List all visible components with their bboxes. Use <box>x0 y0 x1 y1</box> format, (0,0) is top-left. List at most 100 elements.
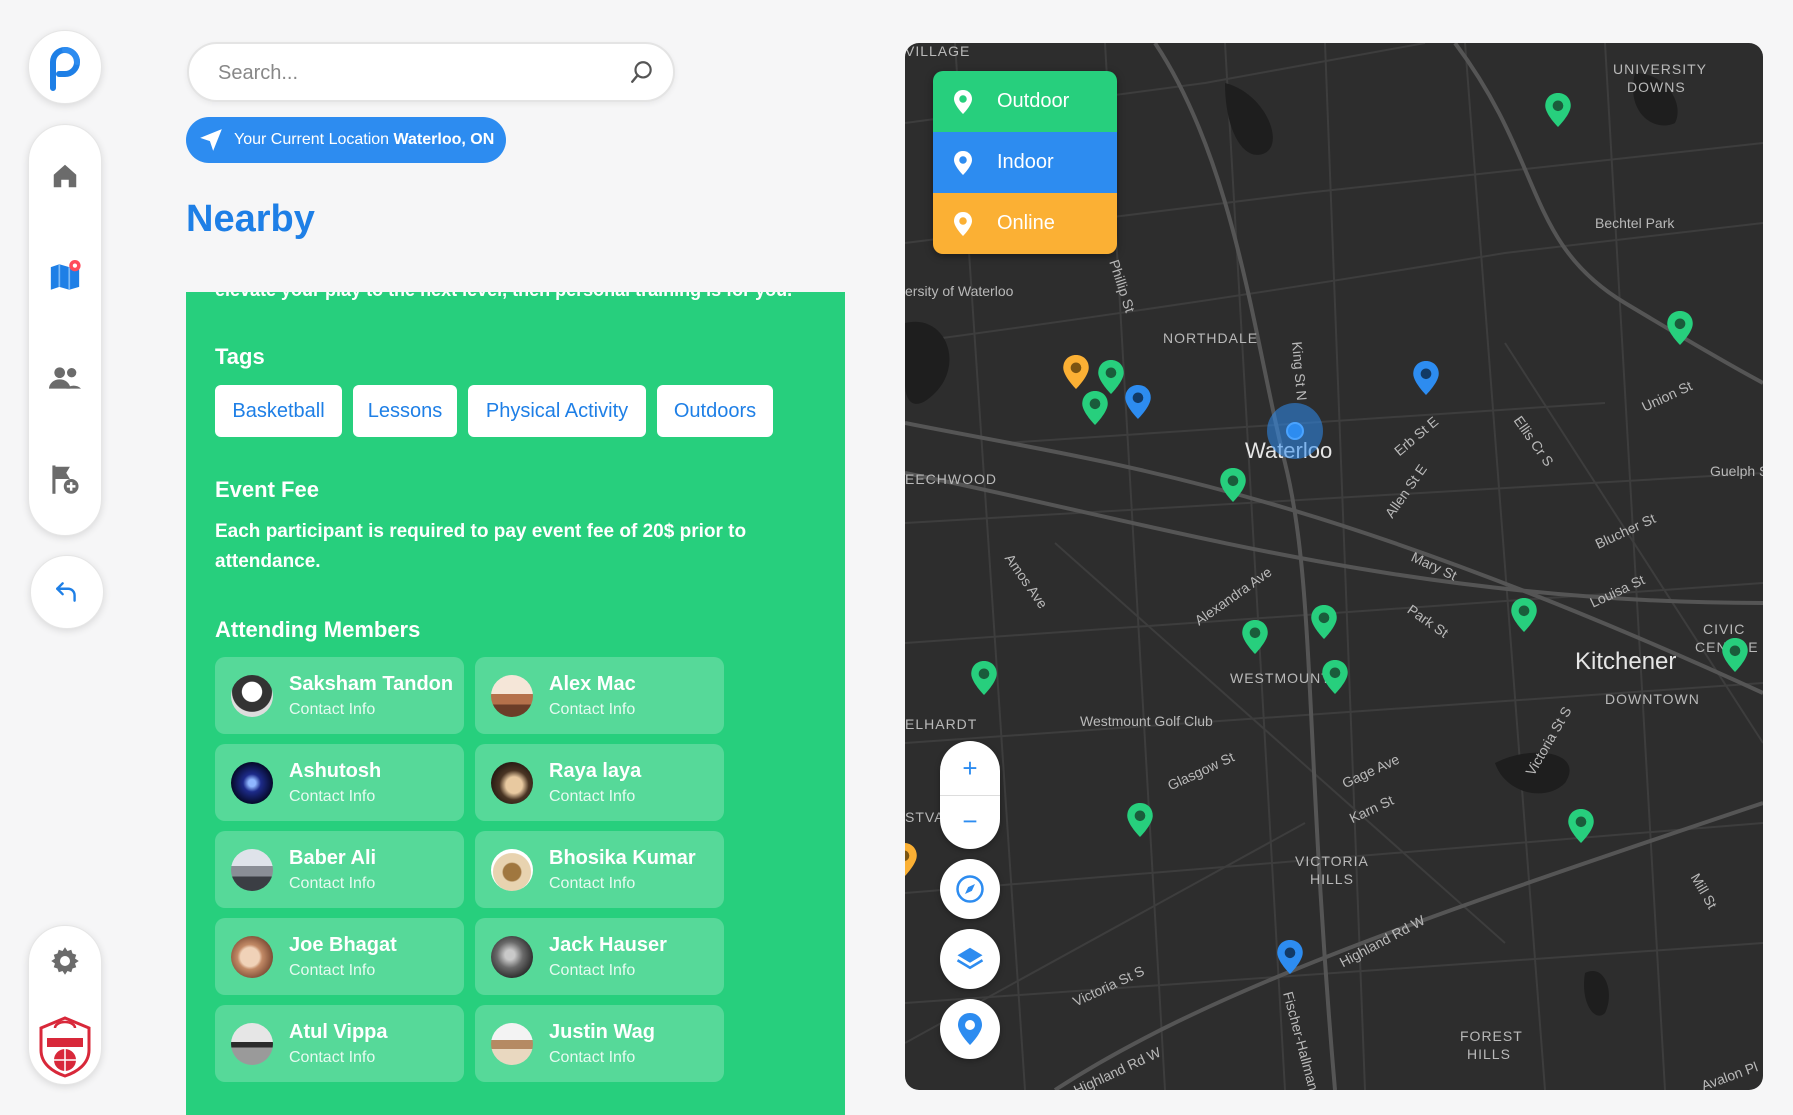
search-bar <box>187 42 675 102</box>
member-contact-link[interactable]: Contact Info <box>549 875 635 893</box>
avatar <box>491 936 533 978</box>
location-pin-icon <box>954 150 972 175</box>
home-icon[interactable] <box>48 159 82 193</box>
event-marker-outdoor[interactable] <box>1722 638 1748 677</box>
member-card[interactable]: Justin Wag Contact Info <box>475 1005 724 1082</box>
event-fee-heading: Event Fee <box>215 477 319 502</box>
member-contact-link[interactable]: Contact Info <box>289 1049 375 1067</box>
tag-outdoors[interactable]: Outdoors <box>657 385 773 437</box>
current-location-marker[interactable] <box>1267 403 1323 459</box>
map-legend: Outdoor Indoor Online <box>933 71 1117 254</box>
locate-button[interactable] <box>940 999 1000 1059</box>
zoom-out-button[interactable]: − <box>940 796 1000 848</box>
event-marker-outdoor[interactable] <box>1242 620 1268 659</box>
location-prefix: Your Current Location <box>234 131 394 148</box>
member-contact-link[interactable]: Contact Info <box>289 962 375 980</box>
map-label: Guelph S <box>1710 463 1763 479</box>
event-marker-outdoor[interactable] <box>1511 598 1537 637</box>
member-card[interactable]: Saksham Tandon Contact Info <box>215 657 464 734</box>
member-contact-link[interactable]: Contact Info <box>289 875 375 893</box>
map-view[interactable]: VILLAGE UNIVERSITY DOWNS Bechtel Park er… <box>905 43 1763 1090</box>
tags-heading: Tags <box>215 344 265 369</box>
map-label: WESTMOUNT <box>1230 670 1331 686</box>
event-marker-outdoor[interactable] <box>1545 93 1571 132</box>
event-marker-outdoor[interactable] <box>1322 660 1348 699</box>
member-name: Ashutosh <box>289 760 382 782</box>
avatar <box>491 762 533 804</box>
member-name: Bhosika Kumar <box>549 847 696 869</box>
member-card[interactable]: Ashutosh Contact Info <box>215 744 464 821</box>
event-marker-outdoor[interactable] <box>1127 803 1153 842</box>
member-name: Baber Ali <box>289 847 377 869</box>
logo-button[interactable] <box>28 30 102 104</box>
map-icon[interactable] <box>48 260 82 294</box>
location-pin-icon <box>954 89 972 114</box>
map-label: UNIVERSITY <box>1613 61 1708 77</box>
search-input[interactable] <box>216 44 600 102</box>
map-label: DOWNS <box>1627 79 1686 95</box>
compass-icon <box>956 875 984 903</box>
event-marker-outdoor[interactable] <box>1082 391 1108 430</box>
users-icon[interactable] <box>48 361 82 395</box>
sidebar-nav <box>28 124 102 536</box>
legend-label: Online <box>997 212 1055 234</box>
layers-button[interactable] <box>940 929 1000 989</box>
member-contact-link[interactable]: Contact Info <box>549 1049 635 1067</box>
member-card[interactable]: Joe Bhagat Contact Info <box>215 918 464 995</box>
avatar <box>491 849 533 891</box>
legend-outdoor[interactable]: Outdoor <box>933 71 1117 132</box>
tag-lessons[interactable]: Lessons <box>353 385 457 437</box>
member-card[interactable]: Bhosika Kumar Contact Info <box>475 831 724 908</box>
layers-icon <box>956 947 984 970</box>
map-label: Bechtel Park <box>1595 215 1675 231</box>
member-card[interactable]: Alex Mac Contact Info <box>475 657 724 734</box>
member-contact-link[interactable]: Contact Info <box>549 701 635 719</box>
legend-online[interactable]: Online <box>933 193 1117 254</box>
event-marker-online[interactable] <box>1063 355 1089 394</box>
member-contact-link[interactable]: Contact Info <box>549 962 635 980</box>
member-name: Jack Hauser <box>549 934 667 956</box>
event-marker-outdoor[interactable] <box>971 661 997 700</box>
member-card[interactable]: Raya laya Contact Info <box>475 744 724 821</box>
location-city: Waterloo, ON <box>393 131 495 148</box>
event-marker-outdoor[interactable] <box>1220 468 1246 507</box>
search-icon[interactable] <box>629 59 655 85</box>
zoom-in-button[interactable]: + <box>940 743 1000 796</box>
avatar <box>231 1023 273 1065</box>
event-marker-indoor[interactable] <box>1277 940 1303 979</box>
member-name: Alex Mac <box>549 673 636 695</box>
member-contact-link[interactable]: Contact Info <box>289 788 375 806</box>
map-label: VICTORIA <box>1295 853 1369 869</box>
location-pin-icon <box>954 211 972 236</box>
member-contact-link[interactable]: Contact Info <box>549 788 635 806</box>
avatar <box>491 1023 533 1065</box>
avatar <box>231 849 273 891</box>
member-name: Saksham Tandon <box>289 673 454 695</box>
attending-members-heading: Attending Members <box>215 617 421 642</box>
back-arrow-icon <box>56 582 76 602</box>
add-flag-icon[interactable] <box>48 462 82 496</box>
academy-badge[interactable] <box>37 1016 93 1078</box>
tag-basketball[interactable]: Basketball <box>215 385 342 437</box>
map-label: ELHARDT <box>905 716 978 732</box>
legend-label: Indoor <box>997 151 1054 173</box>
member-card[interactable]: Atul Vippa Contact Info <box>215 1005 464 1082</box>
member-card[interactable]: Baber Ali Contact Info <box>215 831 464 908</box>
event-marker-indoor[interactable] <box>1413 361 1439 400</box>
member-name: Joe Bhagat <box>289 934 397 956</box>
current-location-chip[interactable]: Your Current Location Waterloo, ON <box>186 117 506 163</box>
gear-icon[interactable] <box>48 944 82 978</box>
tag-physical-activity[interactable]: Physical Activity <box>468 385 646 437</box>
compass-button[interactable] <box>940 859 1000 919</box>
back-button[interactable] <box>30 555 104 629</box>
map-label: Westmount Golf Club <box>1080 713 1213 729</box>
map-label: CIVIC <box>1703 621 1746 637</box>
event-marker-outdoor[interactable] <box>1667 311 1693 350</box>
member-contact-link[interactable]: Contact Info <box>289 701 375 719</box>
event-marker-indoor[interactable] <box>1125 385 1151 424</box>
event-marker-outdoor[interactable] <box>1568 809 1594 848</box>
member-card[interactable]: Jack Hauser Contact Info <box>475 918 724 995</box>
legend-indoor[interactable]: Indoor <box>933 132 1117 193</box>
event-marker-outdoor[interactable] <box>1311 605 1337 644</box>
event-marker-online[interactable] <box>905 843 917 882</box>
